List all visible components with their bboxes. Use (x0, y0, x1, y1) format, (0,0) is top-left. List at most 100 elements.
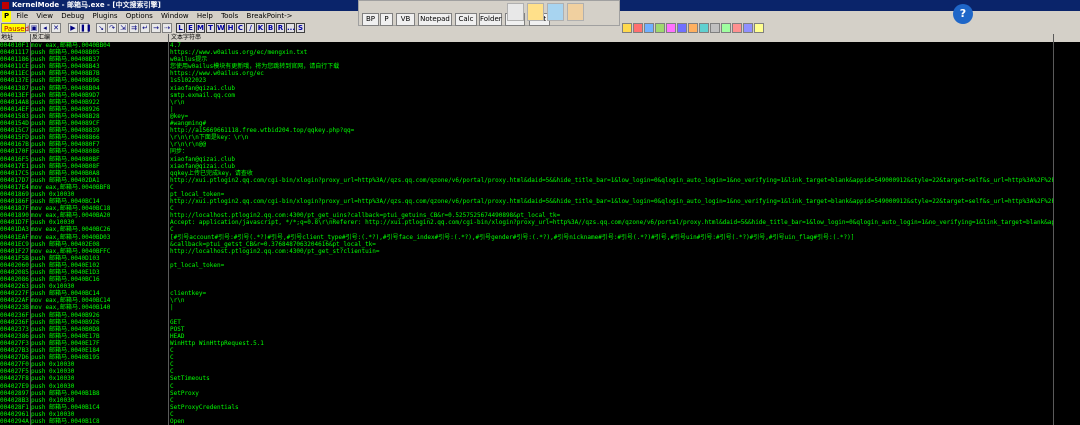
text-cell[interactable]: C (170, 205, 1053, 212)
text-cell[interactable]: pt_local_token= (170, 191, 1053, 198)
address-cell[interactable]: 004028B3 (0, 397, 29, 404)
address-cell[interactable]: 004011CE (0, 63, 29, 70)
text-cell[interactable]: http://a15669661118.free.wtbid204.top/qq… (170, 127, 1053, 134)
toolbar-icon-5[interactable] (666, 23, 676, 33)
address-cell[interactable]: 004011EC (0, 70, 29, 77)
disasm-cell[interactable]: mov eax,邮箱马.0040BD03 (31, 234, 166, 241)
text-header[interactable]: 文本字符串 (170, 34, 201, 42)
text-cell[interactable]: xiaofan@qizai.club (170, 85, 1053, 92)
menu-debug[interactable]: Debug (58, 11, 87, 22)
address-cell[interactable]: 004017E4 (0, 184, 29, 191)
text-cell[interactable]: C (170, 354, 1053, 361)
disasm-cell[interactable]: push 邮箱马.00408926 (31, 106, 166, 113)
address-header[interactable]: 地址 (0, 34, 13, 42)
window-log-button[interactable]: L (176, 23, 185, 33)
address-cell[interactable]: 004014A8 (0, 99, 29, 106)
disasm-cell[interactable]: push 邮箱马.0040B1C8 (31, 418, 166, 425)
disasm-cell[interactable]: mov eax,邮箱马.0040B140 (31, 304, 166, 311)
text-cell[interactable]: https://www.w0ailus.org/ec/mengxin.txt (170, 49, 1053, 56)
vb-button[interactable]: VB (396, 13, 415, 26)
toolbar-icon-2[interactable] (633, 23, 643, 33)
disasm-header[interactable]: 反汇编 (31, 34, 50, 42)
toolbar-icon-12[interactable] (743, 23, 753, 33)
address-cell[interactable]: 004027B3 (0, 347, 29, 354)
text-cell[interactable]: clientkey= (170, 290, 1053, 297)
menu-window[interactable]: Window (158, 11, 192, 22)
disasm-cell[interactable]: push 邮箱马.0040B1C4 (31, 404, 166, 411)
window-memory-button[interactable]: M (196, 23, 205, 33)
toolbar-icon-8[interactable] (699, 23, 709, 33)
toolbar-icon-1[interactable] (622, 23, 632, 33)
address-cell[interactable]: 00401EAF (0, 234, 29, 241)
pause-icon[interactable]: ❚❚ (79, 23, 92, 33)
address-cell[interactable]: 00401F5B (0, 255, 29, 262)
text-cell[interactable]: C (170, 347, 1053, 354)
disasm-cell[interactable]: push 邮箱马.00408B96 (31, 77, 166, 84)
trace-over-icon[interactable]: ⇉ (129, 23, 139, 33)
disasm-cell[interactable]: mov eax,邮箱马.0040BC26 (31, 226, 166, 233)
address-cell[interactable]: 00402263 (0, 283, 29, 290)
text-cell[interactable] (170, 255, 1053, 262)
restart-icon[interactable]: ◂ (40, 23, 50, 33)
address-cell[interactable]: 0040227F (0, 290, 29, 297)
disasm-cell[interactable]: push 邮箱马.0040B922 (31, 99, 166, 106)
address-cell[interactable]: 00401890 (0, 212, 29, 219)
text-cell[interactable]: C (170, 184, 1053, 191)
disasm-cell[interactable]: push 邮箱马.0040B08F (31, 163, 166, 170)
text-cell[interactable]: pt_local_token= (170, 262, 1053, 269)
window-handles-button[interactable]: H (226, 23, 235, 33)
address-cell[interactable]: 004028F1 (0, 404, 29, 411)
text-cell[interactable]: SetProxyCredentials (170, 404, 1053, 411)
notepad-button[interactable]: Notepad (418, 13, 452, 26)
text-cell[interactable] (170, 276, 1053, 283)
text-cell[interactable]: C (170, 226, 1053, 233)
address-cell[interactable]: 004017E1 (0, 163, 29, 170)
text-cell[interactable] (170, 269, 1053, 276)
disasm-cell[interactable]: push 邮箱马.0040D103 (31, 255, 166, 262)
disasm-cell[interactable]: push 邮箱马.00408B04 (31, 85, 166, 92)
toolbar-icon-7[interactable] (688, 23, 698, 33)
p-button[interactable]: P (380, 13, 393, 26)
window-threads-button[interactable]: T (206, 23, 215, 33)
disasm-cell[interactable]: push 邮箱马.0040BC16 (31, 276, 166, 283)
address-cell[interactable]: 00402961 (0, 411, 29, 418)
disasm-cell[interactable]: push 邮箱马.0040B926 (31, 319, 166, 326)
disasm-cell[interactable]: push 0x10030 (31, 397, 166, 404)
menu-options[interactable]: Options (123, 11, 156, 22)
address-cell[interactable]: 0040167B (0, 141, 29, 148)
address-cell[interactable]: 00401EC9 (0, 241, 29, 248)
address-cell[interactable]: 004027F8 (0, 375, 29, 382)
window-runtrace-button[interactable]: ... (286, 23, 295, 33)
text-cell[interactable]: smtp.exmail.qq.com (170, 92, 1053, 99)
text-cell[interactable]: C (170, 361, 1053, 368)
address-cell[interactable]: 00401D7F (0, 219, 29, 226)
address-cell[interactable]: 00402085 (0, 269, 29, 276)
text-cell[interactable]: POST (170, 326, 1053, 333)
text-cell[interactable]: C (170, 411, 1053, 418)
text-cell[interactable]: http://xui.ptlogin2.qq.com/cgi-bin/xlogi… (170, 177, 1053, 184)
text-cell[interactable]: HEAD (170, 333, 1053, 340)
calc-button[interactable]: Calc (455, 13, 477, 26)
address-cell[interactable]: 004016F5 (0, 156, 29, 163)
window-patches-button[interactable]: / (246, 23, 255, 33)
address-cell[interactable]: 00401117 (0, 49, 29, 56)
disasm-cell[interactable]: push 邮箱马.00402E08 (31, 241, 166, 248)
address-cell[interactable]: 004027F0 (0, 361, 29, 368)
step-into-icon[interactable]: ↘ (96, 23, 106, 33)
address-cell[interactable]: 00401387 (0, 85, 29, 92)
text-cell[interactable]: Open (170, 418, 1053, 425)
text-cell[interactable]: [#引号account#引号:#引号(.*?)#引号,#引号client_typ… (170, 234, 1053, 241)
toolbar-icon-4[interactable] (655, 23, 665, 33)
text-cell[interactable]: WinHttp WinHttpRequest.5.1 (170, 340, 1053, 347)
text-cell[interactable]: http://localhost.ptlogin2.qq.com:4300/pt… (170, 212, 1053, 219)
text-cell[interactable]: 4.7 (170, 42, 1053, 49)
address-cell[interactable]: 004015FD (0, 134, 29, 141)
text-cell[interactable]: C (170, 368, 1053, 375)
text-cell[interactable]: \r\n\r\n下面是key：\r\n (170, 134, 1053, 141)
disasm-cell[interactable]: push 邮箱马.00408B28 (31, 113, 166, 120)
bp-button[interactable]: BP (362, 13, 379, 26)
text-cell[interactable]: \r\n\r\n@@ (170, 141, 1053, 148)
text-cell[interactable]: qqkey上传已完成key，请查收 (170, 170, 1053, 177)
disasm-cell[interactable]: mov eax,邮箱马.0040BBF8 (31, 184, 166, 191)
address-cell[interactable]: 0040294A (0, 418, 29, 425)
